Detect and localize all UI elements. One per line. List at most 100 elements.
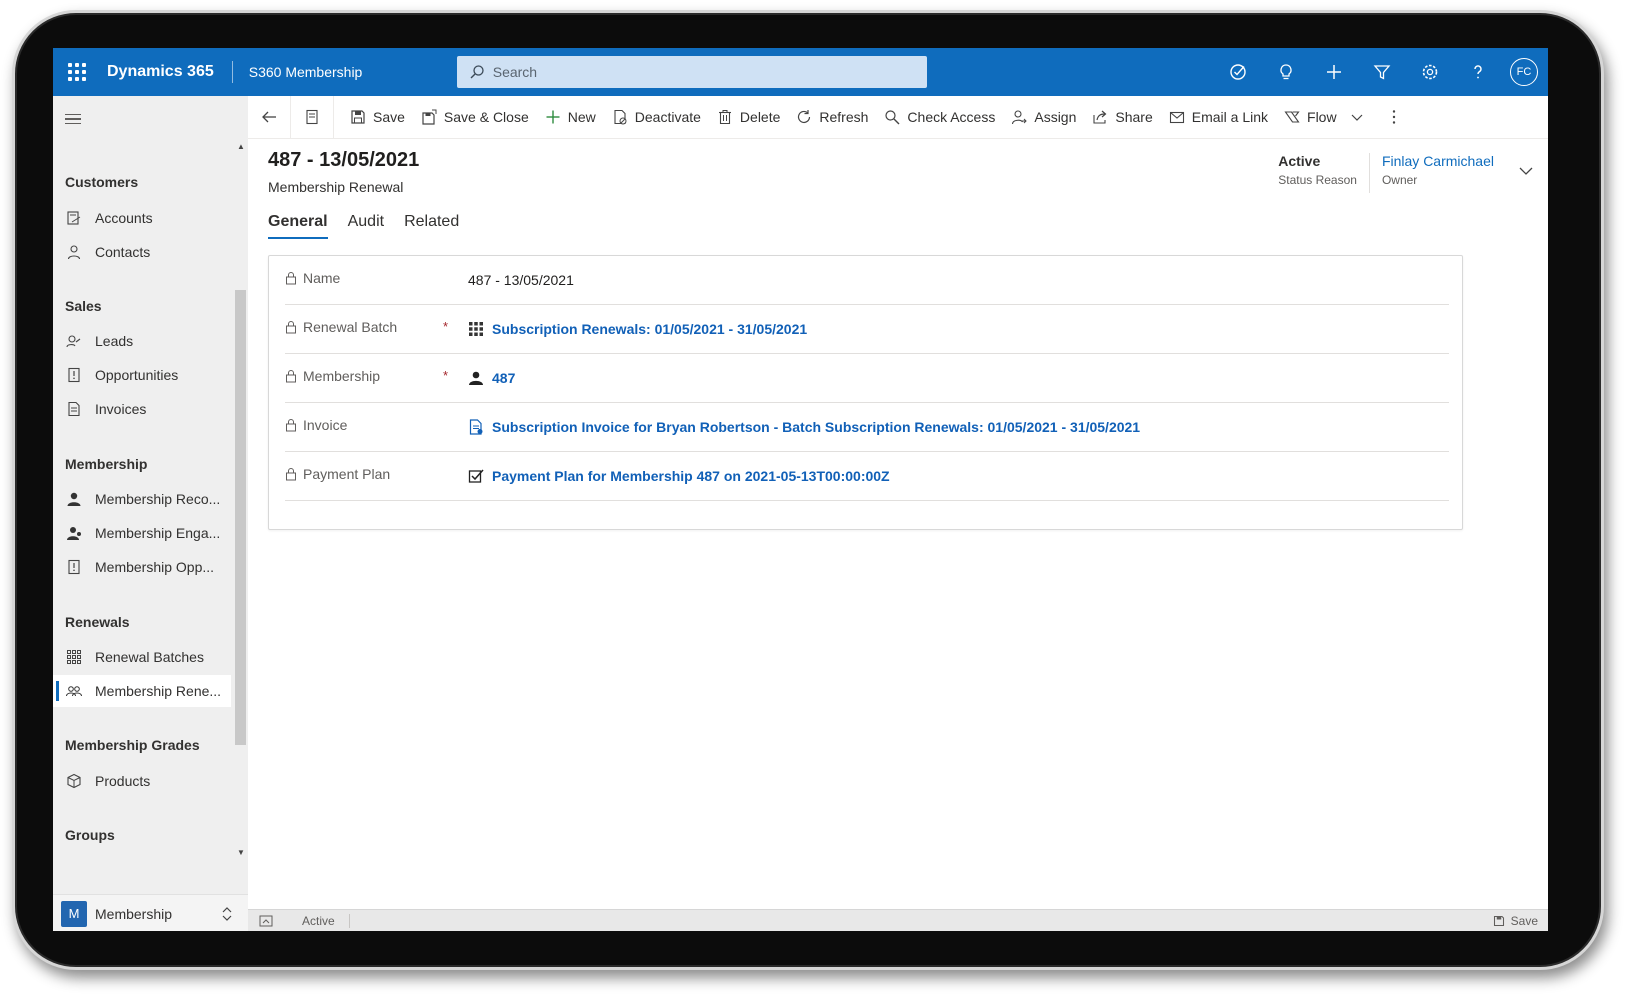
refresh-icon (798, 110, 811, 123)
plus-icon[interactable] (1310, 48, 1358, 96)
share-icon (1093, 110, 1107, 124)
people-icon (65, 682, 83, 700)
deactivate-icon (614, 109, 627, 125)
filter-icon[interactable] (1358, 48, 1406, 96)
lightbulb-icon[interactable] (1262, 48, 1310, 96)
assign-button[interactable]: Assign (1003, 96, 1084, 138)
field-row-invoice: Invoice Subscription Invoice for Bryan R… (285, 403, 1449, 452)
save-icon (1493, 915, 1504, 927)
status-bar: Active Save (248, 909, 1548, 931)
field-label-invoice: Invoice (303, 417, 348, 433)
expand-icon[interactable] (248, 915, 284, 927)
back-button[interactable] (248, 96, 291, 138)
check-access-label: Check Access (907, 109, 996, 125)
sidebar-item-renewal-batches[interactable]: Renewal Batches (53, 641, 231, 673)
sidebar-scrollbar[interactable]: ▲ ▼ (233, 140, 247, 860)
save-label: Save (373, 109, 405, 125)
scroll-up-arrow-icon[interactable]: ▲ (237, 142, 245, 151)
app-name[interactable]: S360 Membership (249, 64, 457, 80)
sidebar-item-label: Opportunities (95, 367, 179, 383)
delete-button[interactable]: Delete (709, 96, 788, 138)
sidebar-item-label: Leads (95, 333, 134, 349)
settings-icon[interactable] (1406, 48, 1454, 96)
help-icon[interactable] (1454, 48, 1502, 96)
sidebar-item-accounts[interactable]: Accounts (53, 202, 231, 234)
flow-label: Flow (1307, 109, 1337, 125)
brand-title[interactable]: Dynamics 365 (107, 61, 233, 83)
sidebar-item-label: Contacts (95, 244, 151, 260)
save-close-label: Save & Close (443, 109, 529, 125)
record-form: 487 - 13/05/2021 Membership Renewal Acti… (248, 139, 1548, 909)
sidebar-item-membership-records[interactable]: Membership Reco... (53, 483, 231, 515)
sidebar-item-contacts[interactable]: Contacts (53, 236, 231, 268)
renewal-batch-link[interactable]: Subscription Renewals: 01/05/2021 - 31/0… (492, 321, 807, 337)
save-close-button[interactable]: Save & Close (413, 96, 537, 138)
person-icon (469, 371, 483, 385)
form-view-button[interactable] (291, 96, 334, 138)
person-engagement-icon (65, 524, 83, 542)
search-icon (470, 65, 484, 79)
status-reason-field: Active Status Reason (1266, 153, 1369, 187)
document-icon (306, 109, 318, 125)
email-link-button[interactable]: Email a Link (1161, 96, 1276, 138)
sidebar-item-label: Membership Opp... (95, 559, 215, 575)
sidebar-item-opportunities[interactable]: Opportunities (53, 359, 231, 391)
hamburger-menu-icon[interactable] (65, 108, 89, 130)
tab-general[interactable]: General (268, 213, 328, 239)
membership-link[interactable]: 487 (492, 370, 515, 386)
tab-audit[interactable]: Audit (348, 213, 384, 239)
lock-icon (286, 468, 296, 481)
sidebar-item-products[interactable]: Products (53, 765, 231, 797)
leads-icon (65, 332, 83, 350)
deactivate-button[interactable]: Deactivate (604, 96, 709, 138)
field-label-name: Name (303, 270, 341, 286)
field-row-name: Name 487 - 13/05/2021 (285, 256, 1449, 305)
sidebar-item-membership-opportunities[interactable]: Membership Opp... (53, 551, 231, 583)
new-label: New (567, 109, 596, 125)
owner-field: Finlay Carmichael Owner (1370, 153, 1506, 187)
field-label-payment-plan: Payment Plan (303, 466, 391, 482)
general-section: Name 487 - 13/05/2021 Renewal Batch * Su… (268, 255, 1463, 530)
area-switcher[interactable]: M Membership (53, 894, 248, 931)
scrollbar-thumb[interactable] (235, 290, 246, 745)
record-title: 487 - 13/05/2021 (268, 149, 420, 171)
flow-button[interactable]: Flow (1276, 96, 1371, 138)
field-value-name[interactable]: 487 - 13/05/2021 (468, 272, 574, 288)
cube-icon (65, 772, 83, 790)
app-launcher-icon[interactable] (53, 48, 101, 96)
more-commands-icon[interactable] (1379, 96, 1409, 138)
chevron-down-icon[interactable] (1518, 163, 1534, 179)
sidebar-item-label: Membership Reco... (95, 491, 221, 507)
sidebar-item-label: Invoices (95, 401, 147, 417)
group-title-renewals: Renewals (65, 614, 130, 630)
sidebar-item-leads[interactable]: Leads (53, 325, 231, 357)
sidebar-item-label: Membership Enga... (95, 525, 221, 541)
record-entity-name: Membership Renewal (268, 179, 404, 195)
top-navigation-bar: Dynamics 365 S360 Membership Search FC (53, 48, 1548, 96)
chevron-down-icon[interactable] (1351, 111, 1363, 123)
search-box[interactable]: Search (456, 56, 927, 88)
share-button[interactable]: Share (1084, 96, 1160, 138)
deactivate-label: Deactivate (634, 109, 701, 125)
status-save-button[interactable]: Save (1493, 914, 1538, 928)
sidebar-item-membership-renewals[interactable]: Membership Rene... (53, 675, 231, 707)
sidebar-item-label: Membership Rene... (95, 683, 222, 699)
form-tabs: General Audit Related (268, 213, 479, 239)
group-title-membership-grades: Membership Grades (65, 737, 200, 753)
share-label: Share (1115, 109, 1153, 125)
task-icon[interactable] (1214, 48, 1262, 96)
invoice-link[interactable]: Subscription Invoice for Bryan Robertson… (492, 419, 1140, 435)
refresh-button[interactable]: Refresh (788, 96, 876, 138)
owner-link[interactable]: Finlay Carmichael (1382, 153, 1494, 169)
scroll-down-arrow-icon[interactable]: ▼ (237, 848, 245, 857)
person-icon (65, 490, 83, 508)
sidebar-item-membership-engagement[interactable]: Membership Enga... (53, 517, 231, 549)
user-avatar[interactable]: FC (1510, 58, 1538, 86)
tab-related[interactable]: Related (404, 213, 459, 239)
check-access-button[interactable]: Check Access (876, 96, 1003, 138)
new-button[interactable]: New (537, 96, 604, 138)
save-button[interactable]: Save (342, 96, 413, 138)
payment-plan-link[interactable]: Payment Plan for Membership 487 on 2021-… (492, 468, 890, 484)
field-label-renewal-batch: Renewal Batch (303, 319, 398, 335)
sidebar-item-invoices[interactable]: Invoices (53, 393, 231, 425)
